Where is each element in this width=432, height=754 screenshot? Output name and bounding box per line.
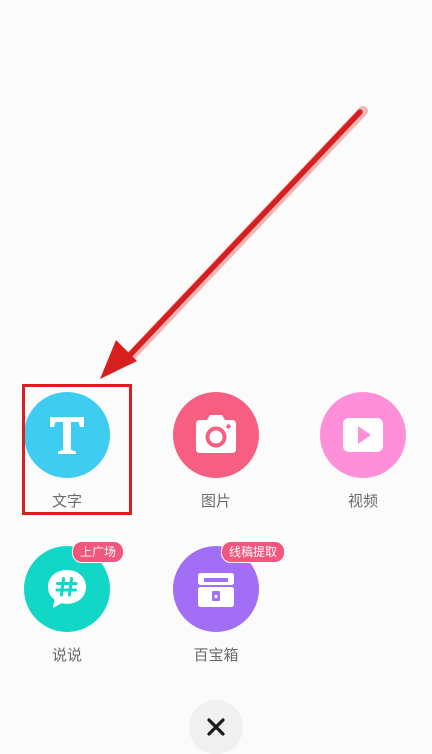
- menu-item-image[interactable]: 图片: [161, 392, 271, 510]
- menu-item-label: 图片: [200, 492, 231, 510]
- plaza-badge: 上广场: [72, 541, 125, 563]
- menu-item-label: 说说: [51, 646, 82, 664]
- hashtag-chat-icon: 上广场: [24, 541, 125, 632]
- text-t-icon: [24, 392, 110, 478]
- menu-item-label: 文字: [51, 492, 82, 510]
- menu-item-text[interactable]: 文字: [12, 392, 122, 510]
- video-play-icon: [320, 392, 406, 478]
- menu-item-toolbox[interactable]: 线稿提取 百宝箱: [161, 541, 286, 664]
- menu-item-video[interactable]: 视频: [308, 392, 418, 510]
- treasure-box-icon: 线稿提取: [173, 541, 286, 632]
- menu-item-label: 视频: [347, 492, 378, 510]
- close-icon: [207, 718, 225, 736]
- camera-icon: [173, 392, 259, 478]
- close-button[interactable]: [189, 700, 243, 754]
- menu-item-label: 百宝箱: [193, 646, 239, 664]
- menu-item-moments[interactable]: 上广场 说说: [12, 541, 125, 664]
- lineart-badge: 线稿提取: [221, 541, 286, 563]
